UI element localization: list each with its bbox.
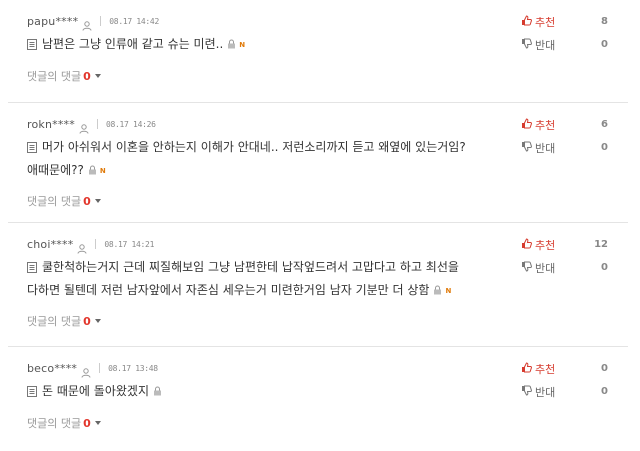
oppose-count: 0 [601,262,608,273]
reply-label: 댓글의 댓글 [27,70,82,83]
oppose-label: 반대 [535,39,556,52]
recommend-button[interactable]: 추천 [521,14,555,30]
oppose-label: 반대 [535,142,556,155]
reply-toggle-button[interactable]: 댓글의 댓글 0 [27,193,101,209]
comment-meta: beco**** 08.17 13:48 [27,359,158,378]
comment-text: 쿨한척하는거지 근데 찌질해보임 그냥 남편한테 납작엎드려서 고맙다고 하고 … [27,257,522,302]
recommend-label: 추천 [535,239,556,252]
thumbs-down-icon [521,141,535,155]
thumbs-up-icon [521,118,535,132]
reply-count: 0 [83,70,91,83]
oppose-label: 반대 [535,262,556,275]
recommend-count: 8 [601,16,608,27]
comment-text-line: 돈 때문에 돌아왔겠지 [42,384,149,398]
caret-down-icon [94,319,101,323]
reply-label: 댓글의 댓글 [27,195,82,208]
reply-count: 0 [83,315,91,328]
oppose-button[interactable]: 반대 [521,37,555,53]
recommend-count: 0 [601,363,608,374]
oppose-count: 0 [601,39,608,50]
oppose-label: 반대 [535,386,556,399]
document-icon [27,383,37,404]
caret-down-icon [94,74,101,78]
meta-divider [96,119,98,129]
comment-text-line: 애때문에?? [27,163,84,177]
comment-date: 08.17 14:26 [105,119,156,129]
comment-text: 머가 아쉬워서 이혼을 안하는지 이해가 안대네.. 저런소리까지 듣고 왜옆에… [27,137,522,182]
comment-text-line: 머가 아쉬워서 이혼을 안하는지 이해가 안대네.. 저런소리까지 듣고 왜옆에… [42,140,466,154]
comment-item: choi**** 08.17 14:21 쿨한척하는거지 근데 찌질해보임 그냥 남… [0,223,640,328]
reply-label: 댓글의 댓글 [27,315,82,328]
recommend-button[interactable]: 추천 [521,361,555,377]
recommend-label: 추천 [535,363,556,376]
comment-date: 08.17 13:48 [108,363,158,373]
comment-date: 08.17 14:42 [109,16,159,26]
reply-count: 0 [83,417,91,430]
person-icon [77,239,87,254]
comment-text-line: 남편은 그냥 인류애 같고 슈는 미련.. [42,37,224,51]
oppose-button[interactable]: 반대 [521,260,555,276]
comment-meta: papu**** 08.17 14:42 [27,12,159,31]
document-icon [27,139,37,160]
meta-divider [100,16,102,26]
comment-item: rokn**** 08.17 14:26 머가 아쉬워서 이혼을 안하는지 이해가 … [0,103,640,208]
lock-icon [88,161,97,182]
document-icon [27,36,37,57]
person-icon [82,16,92,31]
thumbs-down-icon [521,261,535,275]
comment-separator [8,346,628,347]
meta-divider [95,239,97,249]
document-icon [27,259,37,280]
thumbs-up-icon [521,238,535,252]
caret-down-icon [94,199,101,203]
comment-separator [8,222,628,223]
thumbs-down-icon [521,385,535,399]
comment-meta: rokn**** 08.17 14:26 [27,115,156,134]
recommend-button[interactable]: 추천 [521,117,555,133]
comment-item: papu**** 08.17 14:42 남편은 그냥 인류애 같고 슈는 미련..… [0,0,640,100]
lock-icon [153,382,162,403]
meta-divider [99,363,101,373]
caret-down-icon [94,421,101,425]
recommend-count: 6 [601,119,608,130]
oppose-button[interactable]: 반대 [521,384,555,400]
new-badge-icon: N [239,41,246,49]
comment-text: 돈 때문에 돌아왔겠지 [27,381,522,404]
recommend-label: 추천 [535,16,556,29]
comment-text-line: 쿨한척하는거지 근데 찌질해보임 그냥 남편한테 납작엎드려서 고맙다고 하고 … [42,260,459,274]
comment-text: 남편은 그냥 인류애 같고 슈는 미련.. N [27,34,522,57]
oppose-count: 0 [601,386,608,397]
lock-icon [227,35,236,56]
comment-text-line: 다하면 될텐데 저런 남자앞에서 자존심 세우는거 미련한거임 남자 기분만 더… [27,283,430,297]
oppose-count: 0 [601,142,608,153]
comment-username[interactable]: beco**** [27,362,77,375]
person-icon [79,119,89,134]
new-badge-icon: N [99,167,106,175]
person-icon [81,363,91,378]
lock-icon [433,281,442,302]
comment-item: beco**** 08.17 13:48 돈 때문에 돌아왔겠지 댓글의 댓글 0 추천 반… [0,347,640,447]
thumbs-down-icon [521,38,535,52]
comment-date: 08.17 14:21 [104,239,155,249]
comment-username[interactable]: rokn**** [27,118,75,131]
recommend-count: 12 [594,239,608,250]
oppose-button[interactable]: 반대 [521,140,555,156]
reply-count: 0 [83,195,91,208]
thumbs-up-icon [521,362,535,376]
comment-separator [8,102,628,103]
reply-toggle-button[interactable]: 댓글의 댓글 0 [27,68,101,84]
reply-label: 댓글의 댓글 [27,417,82,430]
comment-username[interactable]: papu**** [27,15,78,28]
recommend-button[interactable]: 추천 [521,237,555,253]
comment-username[interactable]: choi**** [27,238,73,251]
reply-toggle-button[interactable]: 댓글의 댓글 0 [27,415,101,431]
comment-meta: choi**** 08.17 14:21 [27,235,155,254]
reply-toggle-button[interactable]: 댓글의 댓글 0 [27,313,101,329]
recommend-label: 추천 [535,119,556,132]
thumbs-up-icon [521,15,535,29]
new-badge-icon: N [445,287,452,295]
